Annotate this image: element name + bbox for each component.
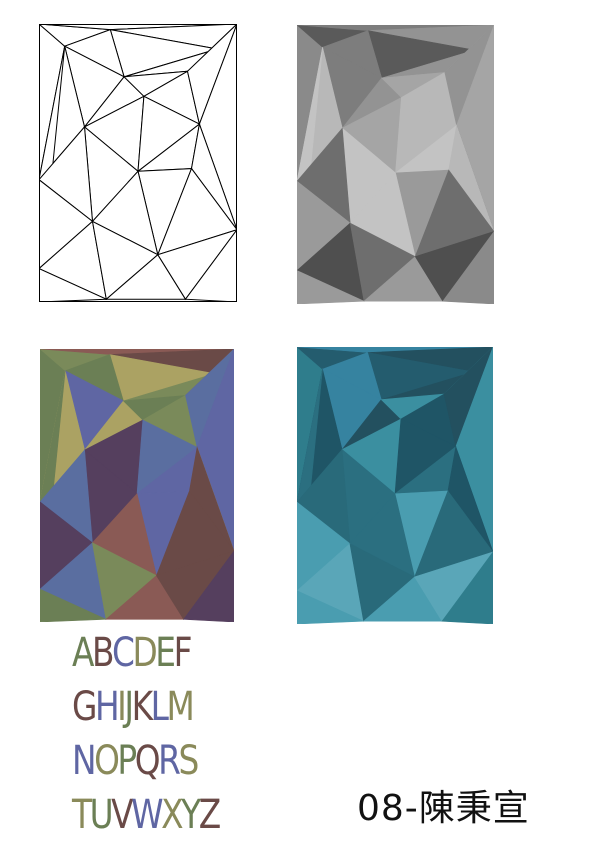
alphabet-letter: F [173, 630, 193, 676]
alphabet-letter: W [131, 792, 163, 838]
alphabet-letter: U [89, 792, 114, 838]
alphabet-letter: C [112, 630, 135, 676]
alphabet-letter: D [132, 630, 157, 676]
alphabet-letter: V [111, 792, 133, 838]
alphabet-letter: G [72, 684, 97, 730]
alphabet-letter: T [72, 792, 92, 838]
alphabet-letter: X [161, 792, 184, 838]
color-triangle-svg [40, 349, 234, 622]
alphabet-letter: H [94, 684, 120, 730]
teal-triangle-svg [297, 347, 493, 624]
teal-triangle-panel [297, 347, 493, 624]
outline-triangle-svg [39, 24, 237, 302]
alphabet-letter: R [158, 738, 181, 784]
alphabet-letter: A [72, 630, 94, 676]
alphabet-letter: J [124, 684, 134, 730]
alphabet-letter: E [155, 630, 176, 676]
alphabet-letter: N [72, 738, 97, 784]
alphabet-letter: Q [134, 738, 161, 784]
alphabet-specimen: ABCDEF GHIJKLM NOPQRS TUVWXYZ [72, 626, 251, 842]
color-triangle-panel [40, 349, 234, 622]
alphabet-letter: Z [198, 792, 222, 838]
gray-triangle-panel [297, 25, 494, 304]
alphabet-letter: S [178, 738, 199, 784]
signature-label: 08-陳秉宣 [357, 788, 530, 829]
alphabet-letter: L [150, 684, 169, 730]
alphabet-line-3: NOPQRS [72, 734, 219, 788]
alphabet-letter: M [166, 684, 194, 730]
alphabet-line-2: GHIJKLM [72, 680, 219, 734]
alphabet-line-1: ABCDEF [72, 626, 219, 680]
alphabet-letter: O [94, 738, 120, 784]
alphabet-line-4: TUVWXYZ [72, 788, 222, 842]
alphabet-letter: I [117, 684, 127, 730]
alphabet-letter: Y [181, 792, 201, 838]
alphabet-letter: P [117, 738, 137, 784]
alphabet-letter: K [131, 684, 154, 730]
alphabet-letter: B [91, 630, 115, 676]
outline-triangle-panel [39, 24, 237, 302]
gray-triangle-svg [297, 25, 494, 304]
